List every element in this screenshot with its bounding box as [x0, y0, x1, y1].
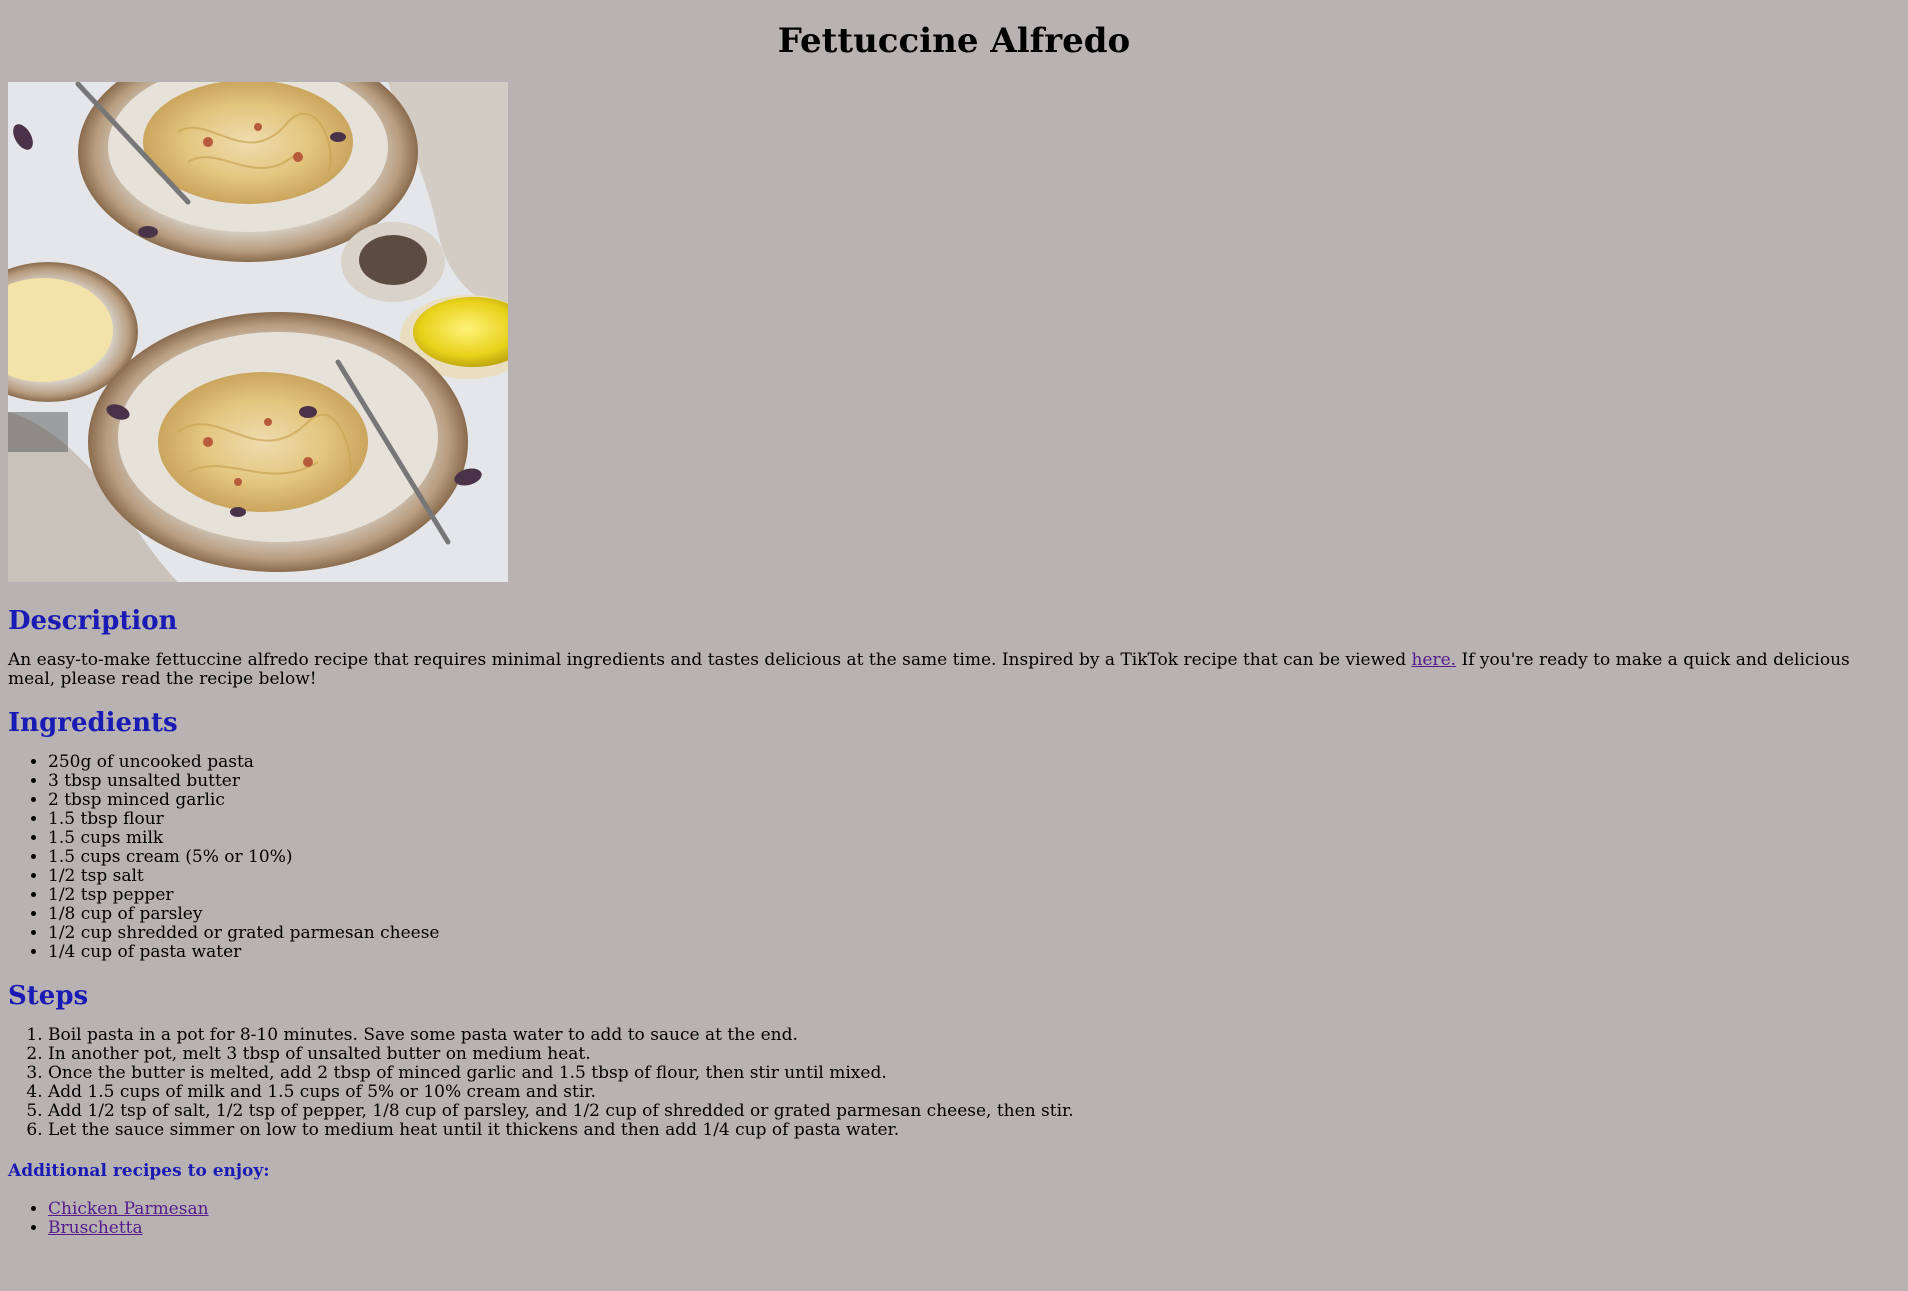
ingredient-item: 1/2 tsp salt [48, 867, 1900, 886]
step-item: In another pot, melt 3 tbsp of unsalted … [48, 1045, 1900, 1064]
description-heading: Description [8, 606, 178, 636]
page: Fettuccine Alfredo Description An easy-t… [0, 21, 1908, 1238]
additional-recipes-list: Chicken Parmesan Bruschetta [8, 1200, 1900, 1238]
step-item: Once the butter is melted, add 2 tbsp of… [48, 1064, 1900, 1083]
ingredient-item: 3 tbsp unsalted butter [48, 772, 1900, 791]
step-item: Let the sauce simmer on low to medium he… [48, 1121, 1900, 1140]
bruschetta-link[interactable]: Bruschetta [48, 1218, 143, 1238]
ingredient-item: 250g of uncooked pasta [48, 753, 1900, 772]
list-item: Bruschetta [48, 1219, 1900, 1238]
ingredient-item: 1.5 tbsp flour [48, 810, 1900, 829]
chicken-parmesan-link[interactable]: Chicken Parmesan [48, 1199, 209, 1219]
pasta-photo [8, 82, 508, 582]
description-text: An easy-to-make fettuccine alfredo recip… [8, 651, 1900, 689]
step-item: Boil pasta in a pot for 8-10 minutes. Sa… [48, 1026, 1900, 1045]
additional-recipes-heading: Additional recipes to enjoy: [8, 1161, 270, 1181]
ingredient-item: 1/2 tsp pepper [48, 886, 1900, 905]
ingredients-heading: Ingredients [8, 708, 178, 738]
ingredient-item: 2 tbsp minced garlic [48, 791, 1900, 810]
steps-heading: Steps [8, 981, 89, 1011]
step-item: Add 1/2 tsp of salt, 1/2 tsp of pepper, … [48, 1102, 1900, 1121]
ingredient-item: 1/4 cup of pasta water [48, 943, 1900, 962]
hero-image [8, 82, 508, 582]
steps-list: Boil pasta in a pot for 8-10 minutes. Sa… [8, 1026, 1900, 1140]
description-text-start: An easy-to-make fettuccine alfredo recip… [8, 650, 1412, 670]
ingredient-item: 1/2 cup shredded or grated parmesan chee… [48, 924, 1900, 943]
ingredient-item: 1/8 cup of parsley [48, 905, 1900, 924]
page-title: Fettuccine Alfredo [777, 21, 1131, 61]
step-item: Add 1.5 cups of milk and 1.5 cups of 5% … [48, 1083, 1900, 1102]
ingredients-list: 250g of uncooked pasta 3 tbsp unsalted b… [8, 753, 1900, 962]
tiktok-link[interactable]: here. [1411, 650, 1456, 670]
ingredient-item: 1.5 cups milk [48, 829, 1900, 848]
ingredient-item: 1.5 cups cream (5% or 10%) [48, 848, 1900, 867]
list-item: Chicken Parmesan [48, 1200, 1900, 1219]
